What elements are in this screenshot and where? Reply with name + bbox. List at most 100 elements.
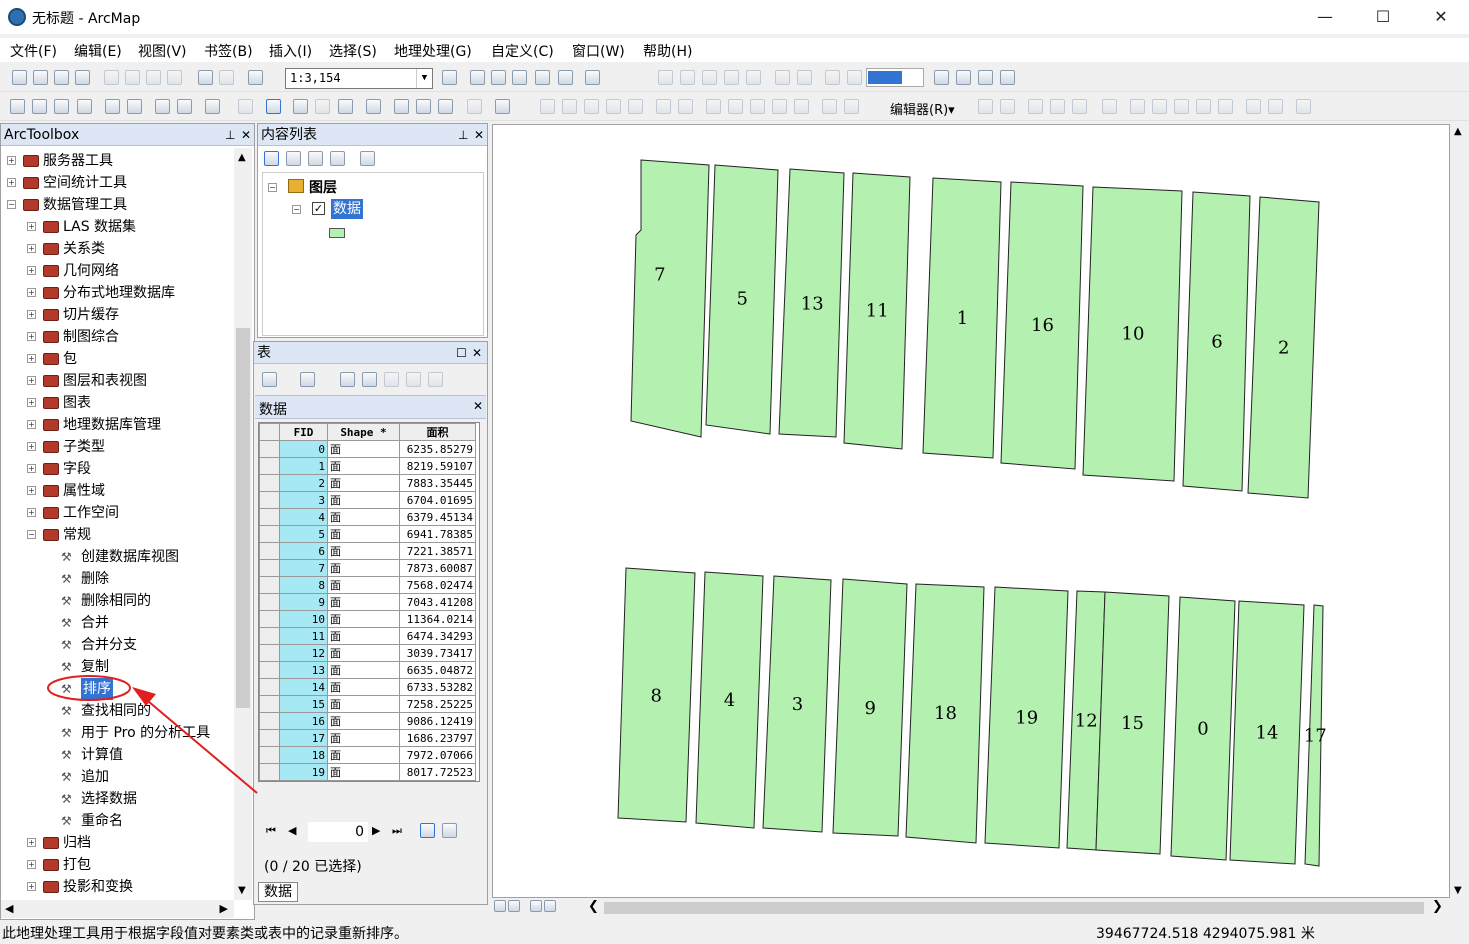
table-row[interactable]: 6 面 7221.38571 (259, 542, 476, 560)
table-cell-fid[interactable]: 13 (279, 661, 328, 679)
table-cell-fid[interactable]: 19 (279, 763, 328, 781)
related-tables-icon[interactable] (300, 372, 315, 387)
table-row[interactable]: 18 面 7972.07066 (259, 746, 476, 764)
table-options-icon[interactable] (262, 372, 277, 387)
row-selector[interactable] (259, 457, 280, 475)
identify-icon[interactable] (293, 99, 308, 114)
menu-view[interactable]: 视图(V) (138, 41, 187, 61)
table-cell-shape[interactable]: 面 (327, 491, 400, 509)
table-cell-fid[interactable]: 5 (279, 525, 328, 543)
editor-menu-button[interactable]: 编辑器(R)▾ (890, 99, 955, 118)
find-route-icon[interactable] (416, 99, 431, 114)
show-all-records-icon[interactable] (420, 823, 435, 838)
expand-icon[interactable]: + (7, 178, 16, 187)
row-selector[interactable] (259, 712, 280, 730)
scroll-thumb[interactable] (236, 328, 250, 708)
table-row[interactable]: 17 面 1686.23797 (259, 729, 476, 747)
row-selector[interactable] (259, 491, 280, 509)
toolbox-horizontal-scrollbar[interactable]: ◀ ▶ (1, 900, 234, 918)
paste-icon[interactable] (146, 70, 161, 85)
table-row[interactable]: 7 面 7873.60087 (259, 559, 476, 577)
table-cell-area[interactable]: 6474.34293 (399, 627, 476, 645)
table-cell-area[interactable]: 7873.60087 (399, 559, 476, 577)
cut-icon[interactable] (104, 70, 119, 85)
pan-hand-icon[interactable] (54, 99, 69, 114)
menu-windows[interactable]: 窗口(W) (572, 41, 625, 61)
row-selector[interactable] (259, 627, 280, 645)
column-header-fid[interactable]: FID (279, 423, 328, 441)
table-cell-shape[interactable]: 面 (327, 576, 400, 594)
close-icon[interactable]: ✕ (241, 124, 251, 146)
list-by-drawing-order-icon[interactable] (264, 151, 279, 166)
table-cell-area[interactable]: 11364.0214 (399, 610, 476, 628)
topology-edit-icon[interactable] (706, 99, 721, 114)
row-selector[interactable] (259, 746, 280, 764)
expand-icon[interactable]: + (27, 244, 36, 253)
redo-icon[interactable] (219, 70, 234, 85)
table-cell-shape[interactable]: 面 (327, 644, 400, 662)
rotate-icon[interactable] (656, 99, 671, 114)
collapse-icon[interactable]: − (292, 205, 301, 214)
select-by-attributes-icon[interactable] (340, 372, 355, 387)
table-cell-area[interactable]: 7258.25225 (399, 695, 476, 713)
table-cell-area[interactable]: 9086.12419 (399, 712, 476, 730)
table-row[interactable]: 8 面 7568.02474 (259, 576, 476, 594)
maximize-button[interactable]: ☐ (1360, 4, 1406, 30)
table-cell-shape[interactable]: 面 (327, 440, 400, 458)
close-icon[interactable]: ✕ (474, 124, 484, 146)
union-icon[interactable] (1174, 99, 1189, 114)
scroll-up-icon[interactable]: ▲ (238, 152, 246, 163)
column-header-shape[interactable]: Shape * (327, 423, 400, 441)
delete-selected-icon[interactable] (428, 372, 443, 387)
table-cell-area[interactable]: 6235.85279 (399, 440, 476, 458)
current-record-field[interactable]: 0 (308, 822, 368, 842)
chevron-down-icon[interactable]: ▼ (416, 69, 432, 88)
ungroup-icon[interactable] (822, 99, 837, 114)
layer-visibility-checkbox[interactable]: ✓ (312, 202, 325, 215)
map-scale-combobox[interactable]: 1:3,154 ▼ (285, 68, 433, 89)
table-cell-shape[interactable]: 面 (327, 712, 400, 730)
select-features-icon[interactable] (205, 99, 220, 114)
delete-icon[interactable] (167, 70, 182, 85)
menu-file[interactable]: 文件(F) (10, 41, 57, 61)
expand-icon[interactable]: + (27, 860, 36, 869)
menu-selection[interactable]: 选择(S) (329, 41, 377, 61)
add-data-icon[interactable] (248, 70, 263, 85)
table-row[interactable]: 4 面 6379.45134 (259, 508, 476, 526)
row-selector[interactable] (259, 678, 280, 696)
measure-icon[interactable] (366, 99, 381, 114)
menu-bookmarks[interactable]: 书签(B) (204, 41, 253, 61)
list-by-selection-icon[interactable] (330, 151, 345, 166)
expand-icon[interactable]: + (27, 266, 36, 275)
fixed-zoom-in-icon[interactable] (775, 70, 790, 85)
table-cell-area[interactable]: 6941.78385 (399, 525, 476, 543)
merge-icon[interactable] (1218, 99, 1233, 114)
expand-icon[interactable]: + (27, 332, 36, 341)
table-cell-fid[interactable]: 7 (279, 559, 328, 577)
table-cell-shape[interactable]: 面 (327, 695, 400, 713)
scroll-left-icon[interactable]: ❮ (588, 899, 599, 914)
row-selector[interactable] (259, 474, 280, 492)
table-cell-fid[interactable]: 2 (279, 474, 328, 492)
table-cell-area[interactable]: 7221.38571 (399, 542, 476, 560)
table-cell-area[interactable]: 6635.04872 (399, 661, 476, 679)
expand-icon[interactable]: + (7, 156, 16, 165)
html-popup-icon[interactable] (338, 99, 353, 114)
map-horizontal-scroll-thumb[interactable] (604, 902, 1424, 914)
zoom-out-icon[interactable] (32, 99, 47, 114)
row-selector[interactable] (259, 576, 280, 594)
toolbox-vertical-scrollbar[interactable]: ▲ ▼ (234, 148, 252, 900)
layout-view-icon[interactable] (508, 900, 520, 912)
attributes-window-icon[interactable] (1246, 99, 1261, 114)
pin-icon[interactable]: ⊥ (225, 124, 235, 146)
scroll-right-icon[interactable]: ❯ (1432, 899, 1443, 914)
catalog-icon[interactable] (491, 70, 506, 85)
row-selector[interactable] (259, 661, 280, 679)
table-cell-fid[interactable]: 3 (279, 491, 328, 509)
expand-icon[interactable]: + (27, 882, 36, 891)
table-cell-shape[interactable]: 面 (327, 678, 400, 696)
find-binoculars-icon[interactable] (394, 99, 409, 114)
close-icon[interactable]: ✕ (473, 399, 483, 413)
expand-icon[interactable]: + (27, 464, 36, 473)
undo-icon[interactable] (198, 70, 213, 85)
